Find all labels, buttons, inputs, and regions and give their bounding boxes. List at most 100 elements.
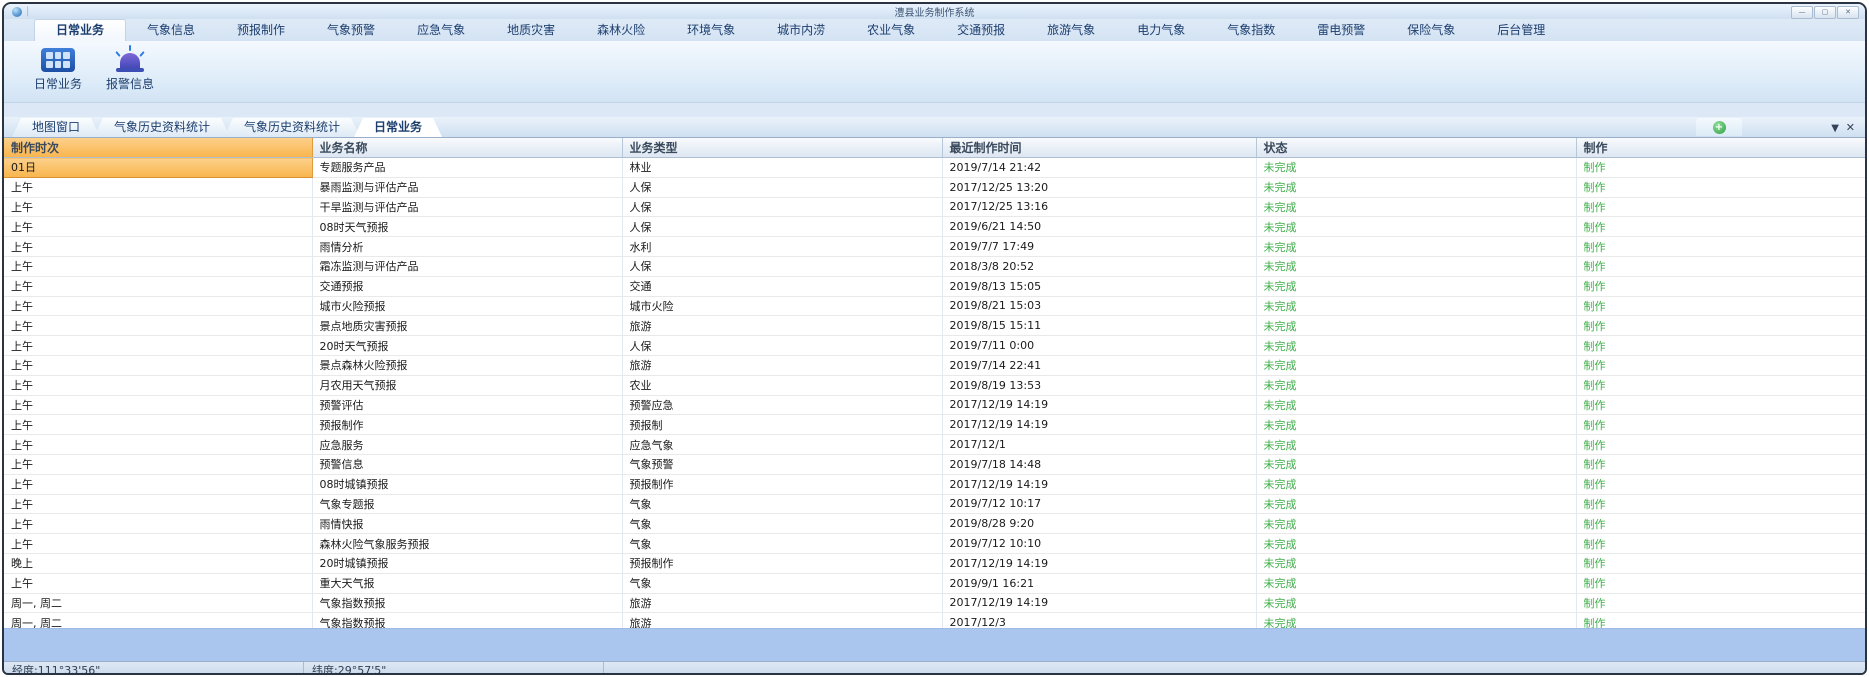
column-header-2[interactable]: 业务名称 [312,138,622,158]
make-link[interactable]: 制作 [1576,593,1865,613]
menu-tab-15[interactable]: 雷电预警 [1296,20,1386,41]
doc-tab-1[interactable]: 地图窗口 [12,118,100,137]
cell-time: 01日 [4,158,312,178]
minimize-button[interactable]: — [1791,6,1813,19]
doc-tab-2[interactable]: 气象历史资料统计 [94,118,230,137]
add-tab-segment: + [1696,118,1742,136]
app-window: | 澧县业务制作系统 — ▢ ✕ 日常业务气象信息预报制作气象预警应急气象地质灾… [2,2,1867,675]
make-link[interactable]: 制作 [1576,613,1865,628]
menu-tab-14[interactable]: 气象指数 [1206,20,1296,41]
table-row[interactable]: 周一, 周二气象指数预报旅游2017/12/19 14:19未完成制作 [4,593,1865,613]
menu-tab-5[interactable]: 应急气象 [396,20,486,41]
column-header-5[interactable]: 状态 [1256,138,1576,158]
cell-time: 上午 [4,573,312,593]
menu-tab-1[interactable]: 日常业务 [34,19,126,41]
make-link[interactable]: 制作 [1576,237,1865,257]
menu-tab-17[interactable]: 后台管理 [1476,20,1566,41]
make-link[interactable]: 制作 [1576,435,1865,455]
make-link[interactable]: 制作 [1576,375,1865,395]
menu-tab-7[interactable]: 森林火险 [576,20,666,41]
table-row[interactable]: 上午交通预报交通2019/8/13 15:05未完成制作 [4,276,1865,296]
table-row[interactable]: 上午暴雨监测与评估产品人保2017/12/25 13:20未完成制作 [4,177,1865,197]
cell-type: 预报制 [622,415,942,435]
cell-name: 气象指数预报 [312,613,622,628]
table-row[interactable]: 上午霜冻监测与评估产品人保2018/3/8 20:52未完成制作 [4,256,1865,276]
table-row[interactable]: 周一, 周二气象指数预报旅游2017/12/3未完成制作 [4,613,1865,628]
column-header-4[interactable]: 最近制作时间 [942,138,1256,158]
table-row[interactable]: 上午预警评估预警应急2017/12/19 14:19未完成制作 [4,395,1865,415]
menu-tab-12[interactable]: 旅游气象 [1026,20,1116,41]
make-link[interactable]: 制作 [1576,355,1865,375]
add-tab-button[interactable]: + [1713,121,1726,134]
table-row[interactable]: 上午雨情分析水利2019/7/7 17:49未完成制作 [4,237,1865,257]
table-row[interactable]: 上午重大天气报气象2019/9/1 16:21未完成制作 [4,573,1865,593]
make-link[interactable]: 制作 [1576,316,1865,336]
make-link[interactable]: 制作 [1576,514,1865,534]
tab-close-icon[interactable]: ✕ [1846,121,1855,134]
doc-tab-3[interactable]: 气象历史资料统计 [224,118,360,137]
menu-tab-3[interactable]: 预报制作 [216,20,306,41]
table-row[interactable]: 上午景点地质灾害预报旅游2019/8/15 15:11未完成制作 [4,316,1865,336]
ribbon-button-daily-business[interactable]: 日常业务 [22,45,94,99]
column-header-3[interactable]: 业务类型 [622,138,942,158]
make-link[interactable]: 制作 [1576,395,1865,415]
cell-name: 08时天气预报 [312,217,622,237]
cell-name: 月农用天气预报 [312,375,622,395]
doc-tab-4[interactable]: 日常业务 [354,118,442,137]
column-header-6[interactable]: 制作 [1576,138,1865,158]
cell-type: 气象 [622,534,942,554]
table-row[interactable]: 上午预报制作预报制2017/12/19 14:19未完成制作 [4,415,1865,435]
menu-tab-9[interactable]: 城市内涝 [756,20,846,41]
make-link[interactable]: 制作 [1576,177,1865,197]
table-row[interactable]: 上午干旱监测与评估产品人保2017/12/25 13:16未完成制作 [4,197,1865,217]
ribbon-button-alarm-info[interactable]: 报警信息 [94,45,166,99]
menu-tab-11[interactable]: 交通预报 [936,20,1026,41]
make-link[interactable]: 制作 [1576,415,1865,435]
tab-list-dropdown-icon[interactable]: ▼ [1831,123,1839,134]
make-link[interactable]: 制作 [1576,217,1865,237]
menu-tab-2[interactable]: 气象信息 [126,20,216,41]
make-link[interactable]: 制作 [1576,474,1865,494]
menu-tab-13[interactable]: 电力气象 [1116,20,1206,41]
table-row[interactable]: 上午08时城镇预报预报制作2017/12/19 14:19未完成制作 [4,474,1865,494]
close-button[interactable]: ✕ [1837,6,1859,19]
make-link[interactable]: 制作 [1576,454,1865,474]
make-link[interactable]: 制作 [1576,494,1865,514]
table-row[interactable]: 上午气象专题报气象2019/7/12 10:17未完成制作 [4,494,1865,514]
table-row[interactable]: 上午20时天气预报人保2019/7/11 0:00未完成制作 [4,336,1865,356]
make-link[interactable]: 制作 [1576,256,1865,276]
table-row[interactable]: 上午景点森林火险预报旅游2019/7/14 22:41未完成制作 [4,355,1865,375]
make-link[interactable]: 制作 [1576,553,1865,573]
cell-status: 未完成 [1256,534,1576,554]
menu-tab-16[interactable]: 保险气象 [1386,20,1476,41]
make-link[interactable]: 制作 [1576,158,1865,178]
table-row[interactable]: 上午森林火险气象服务预报气象2019/7/12 10:10未完成制作 [4,534,1865,554]
make-link[interactable]: 制作 [1576,197,1865,217]
column-header-1[interactable]: 制作时次 [4,138,312,158]
cell-name: 预警信息 [312,454,622,474]
cell-status: 未完成 [1256,573,1576,593]
cell-type: 应急气象 [622,435,942,455]
cell-type: 预报制作 [622,553,942,573]
make-link[interactable]: 制作 [1576,296,1865,316]
table-row[interactable]: 上午城市火险预报城市火险2019/8/21 15:03未完成制作 [4,296,1865,316]
table-row[interactable]: 上午雨情快报气象2019/8/28 9:20未完成制作 [4,514,1865,534]
table-row[interactable]: 上午应急服务应急气象2017/12/1未完成制作 [4,435,1865,455]
table-row[interactable]: 晚上20时城镇预报预报制作2017/12/19 14:19未完成制作 [4,553,1865,573]
cell-status: 未完成 [1256,217,1576,237]
menu-tab-6[interactable]: 地质灾害 [486,20,576,41]
table-row[interactable]: 上午预警信息气象预警2019/7/18 14:48未完成制作 [4,454,1865,474]
menu-tab-8[interactable]: 环境气象 [666,20,756,41]
table-row[interactable]: 上午月农用天气预报农业2019/8/19 13:53未完成制作 [4,375,1865,395]
cell-name: 专题服务产品 [312,158,622,178]
cell-time: 上午 [4,474,312,494]
make-link[interactable]: 制作 [1576,336,1865,356]
table-row[interactable]: 01日专题服务产品林业2019/7/14 21:42未完成制作 [4,158,1865,178]
make-link[interactable]: 制作 [1576,534,1865,554]
maximize-button[interactable]: ▢ [1814,6,1836,19]
menu-tab-4[interactable]: 气象预警 [306,20,396,41]
make-link[interactable]: 制作 [1576,573,1865,593]
menu-tab-10[interactable]: 农业气象 [846,20,936,41]
table-row[interactable]: 上午08时天气预报人保2019/6/21 14:50未完成制作 [4,217,1865,237]
make-link[interactable]: 制作 [1576,276,1865,296]
